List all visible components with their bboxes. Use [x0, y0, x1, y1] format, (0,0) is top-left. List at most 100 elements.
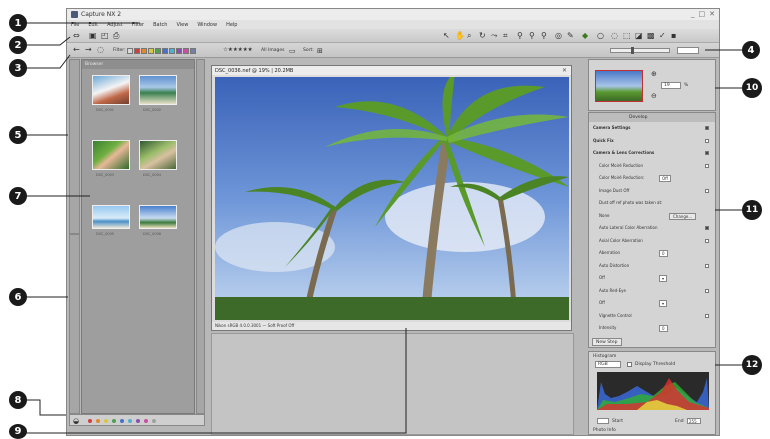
selection-brush-icon[interactable]: ○ [597, 32, 604, 40]
edit-step-label[interactable]: None [599, 213, 609, 218]
edit-step-label[interactable]: Camera & Lens Corrections [593, 150, 654, 155]
rotate-icon[interactable]: ↻ [479, 32, 486, 40]
label-filter-orange[interactable] [141, 48, 147, 54]
menu-adjust[interactable]: Adjust [107, 22, 123, 28]
white-point-icon[interactable]: ⚲ [541, 32, 547, 40]
save-icon[interactable]: ◰ [101, 32, 109, 40]
zoom-icon[interactable]: ⌕ [467, 32, 471, 40]
edit-step-label[interactable]: Auto Lateral Color Aberration [599, 225, 658, 230]
side-tab-metadata[interactable] [196, 59, 205, 414]
thumbnail-5[interactable] [92, 205, 130, 229]
hand-icon[interactable]: ✋ [455, 32, 465, 40]
print-icon[interactable]: ⎙ [113, 32, 119, 40]
label-red-dot[interactable] [88, 419, 92, 423]
menu-batch[interactable]: Batch [153, 22, 167, 28]
label-filter-0[interactable] [127, 48, 133, 54]
zoom-out-icon[interactable]: ⊖ [651, 92, 657, 100]
edit-step-checkbox[interactable] [705, 226, 709, 230]
black-point-icon[interactable]: ⚲ [517, 32, 523, 40]
histogram-end-field[interactable]: 255 [687, 418, 701, 424]
edit-step-label[interactable]: Camera Settings [593, 125, 630, 130]
label-grey-dot[interactable] [152, 419, 156, 423]
minimize-button[interactable]: _ [691, 10, 695, 18]
edit-step-label[interactable]: Quick Fix [593, 138, 614, 143]
label-orange-dot[interactable] [96, 419, 100, 423]
zoom-in-icon[interactable]: ⊕ [651, 70, 657, 78]
red-eye-icon[interactable]: ◎ [555, 32, 562, 40]
edit-step-label[interactable]: Auto Red-Eye [599, 288, 626, 293]
thumbnail-4[interactable] [139, 140, 177, 170]
edit-step-label[interactable]: Color Moiré Reduction [599, 163, 643, 168]
edit-step-value[interactable]: 0 [659, 250, 668, 257]
menu-filter[interactable]: Filter [132, 22, 144, 28]
refresh-icon[interactable]: ◌ [97, 46, 104, 54]
edit-step-label[interactable]: Axial Color Aberration [599, 238, 643, 243]
label-filter-green[interactable] [155, 48, 161, 54]
label-cyan-dot[interactable] [128, 419, 132, 423]
zoom-slider[interactable] [610, 47, 670, 54]
menu-window[interactable]: Window [197, 22, 217, 28]
label-filter-blue[interactable] [162, 48, 168, 54]
thumbnail-1[interactable] [92, 75, 130, 105]
lasso-icon[interactable]: ◌ [611, 32, 618, 40]
menu-view[interactable]: View [176, 22, 188, 28]
edit-step-value[interactable]: ▾ [659, 300, 668, 307]
edit-step-checkbox[interactable] [705, 188, 709, 193]
rating-filter-stars[interactable]: ☆★★★★★ [223, 47, 253, 53]
histogram-start-field[interactable] [597, 418, 609, 424]
new-step-button[interactable]: New Step [592, 338, 622, 346]
side-tab-folders[interactable] [69, 234, 80, 414]
edit-step-checkbox[interactable] [705, 163, 709, 168]
edit-step-label[interactable]: Image Dust Off [599, 188, 629, 193]
edit-step-checkbox[interactable] [705, 126, 709, 130]
edit-step-checkbox[interactable] [705, 138, 709, 143]
gradient-icon[interactable]: ◪ [635, 32, 643, 40]
menu-file[interactable]: File [71, 22, 79, 28]
eraser-icon[interactable]: ▪ [671, 32, 676, 40]
neutral-point-icon[interactable]: ⚲ [529, 32, 535, 40]
image-window-close-icon[interactable]: ✕ [562, 67, 567, 74]
side-tab-browser[interactable] [69, 59, 80, 234]
edit-step-value[interactable]: ▾ [659, 275, 668, 282]
birds-eye-preview[interactable] [595, 70, 643, 102]
thumbnail-3[interactable] [92, 140, 130, 170]
label-blue-dot[interactable] [120, 419, 124, 423]
zoom-slider-thumb[interactable] [631, 47, 634, 54]
edit-step-label[interactable]: Dust off ref photo was taken at: [599, 200, 662, 205]
view-mode-icon[interactable]: ▭ [289, 47, 296, 55]
back-icon[interactable]: ← [73, 46, 80, 54]
thumbnail-6[interactable] [139, 205, 177, 229]
edit-step-label[interactable]: Vignette Control [599, 313, 632, 318]
edit-step-label[interactable]: Off [599, 300, 605, 305]
histogram-channel-select[interactable]: RGB [595, 361, 621, 368]
menu-help[interactable]: Help [226, 22, 237, 28]
close-button[interactable]: ✕ [709, 10, 715, 18]
color-control-point-icon[interactable]: ◆ [582, 32, 588, 40]
dust-off-change-button[interactable]: Change... [669, 212, 697, 220]
auto-retouch-icon[interactable]: ✎ [567, 32, 574, 40]
edit-step-checkbox[interactable] [705, 288, 709, 293]
label-filter-red[interactable] [134, 48, 140, 54]
sort-icon[interactable]: ⊞ [317, 47, 323, 55]
folder-icon[interactable]: ▣ [89, 32, 97, 40]
edit-step-value[interactable]: 0 [659, 325, 668, 332]
label-filter-purple[interactable] [176, 48, 182, 54]
photo-info-tab[interactable]: Photo Info [593, 428, 616, 433]
display-threshold-checkbox[interactable] [627, 362, 632, 367]
label-magenta-dot[interactable] [144, 419, 148, 423]
marquee-icon[interactable]: ⬚ [623, 32, 631, 40]
forward-icon[interactable]: → [85, 46, 92, 54]
menu-edit[interactable]: Edit [88, 22, 98, 28]
thumbnail-2[interactable] [139, 75, 177, 105]
label-green-dot[interactable] [112, 419, 116, 423]
birds-eye-zoom-field[interactable]: 19 [661, 82, 681, 89]
edit-step-checkbox[interactable] [705, 313, 709, 318]
crop-icon[interactable]: ⌗ [503, 32, 508, 40]
direct-select-icon[interactable]: ↖ [443, 32, 450, 40]
edit-step-checkbox[interactable] [705, 263, 709, 268]
fill-icon[interactable]: ▩ [647, 32, 655, 40]
browse-icon[interactable]: ⇔ [73, 32, 80, 40]
brush-icon[interactable]: ✓ [659, 32, 666, 40]
edit-step-label[interactable]: Off [599, 275, 605, 280]
label-filter-grey[interactable] [190, 48, 196, 54]
